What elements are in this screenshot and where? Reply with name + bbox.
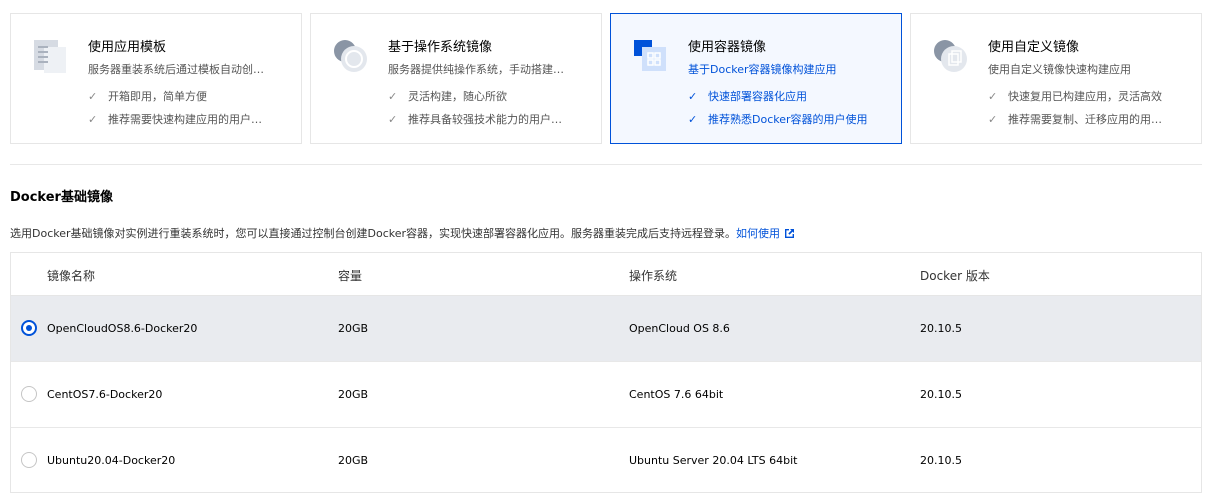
check-icon: ✓ (388, 113, 398, 126)
docker-version: 20.10.5 (920, 388, 962, 401)
section-desc: 选用Docker基础镜像对实例进行重装系统时，您可以直接通过控制台创建Docke… (10, 225, 795, 241)
image-size: 20GB (338, 388, 369, 401)
column-header-name: 镜像名称 (47, 269, 96, 283)
card-desc: 服务器提供纯操作系统，手动搭建… (388, 63, 564, 76)
image-name: CentOS7.6-Docker20 (47, 388, 163, 401)
image-name: OpenCloudOS8.6-Docker20 (47, 322, 198, 335)
check-icon: ✓ (88, 90, 98, 103)
divider (10, 164, 1202, 165)
image-source-cards: 使用应用模板 服务器重装系统后通过模板自动创… ✓ 开箱即用，简单方便 ✓ 推荐需要… (10, 13, 1202, 144)
section-desc-text: 选用Docker基础镜像对实例进行重装系统时，您可以直接通过控制台创建Docke… (10, 227, 737, 240)
card-os-image[interactable]: 基于操作系统镜像 服务器提供纯操作系统，手动搭建… ✓ 灵活构建，随心所欲 ✓ 推荐… (310, 13, 602, 144)
image-name: Ubuntu20.04-Docker20 (47, 454, 176, 467)
container-image-icon (634, 40, 666, 71)
image-os: CentOS 7.6 64bit (629, 388, 724, 401)
card-title: 使用应用模板 (88, 40, 167, 55)
check-icon: ✓ (988, 90, 998, 103)
column-header-size: 容量 (338, 269, 363, 283)
card-title: 使用自定义镜像 (988, 40, 1080, 55)
radio-button[interactable] (21, 320, 37, 336)
card-container-image[interactable]: 使用容器镜像 基于Docker容器镜像构建应用 ✓ 快速部署容器化应用 ✓ 推荐熟悉… (610, 13, 902, 144)
image-size: 20GB (338, 454, 369, 467)
app-template-icon (34, 40, 66, 73)
card-custom-image[interactable]: 使用自定义镜像 使用自定义镜像快速构建应用 ✓ 快速复用已构建应用，灵活高效 ✓ 推… (910, 13, 1202, 144)
docker-image-table: 镜像名称 容量 操作系统 Docker 版本 OpenCloudOS8.6-Do… (10, 252, 1202, 493)
column-header-docker-version: Docker 版本 (920, 269, 990, 283)
card-desc: 服务器重装系统后通过模板自动创… (88, 63, 264, 76)
card-title: 基于操作系统镜像 (388, 40, 493, 55)
radio-button[interactable] (21, 386, 37, 402)
check-icon: ✓ (688, 90, 698, 103)
card-feature: ✓ 灵活构建，随心所欲 (388, 90, 507, 103)
table-row[interactable]: OpenCloudOS8.6-Docker20 20GB OpenCloud O… (11, 296, 1201, 362)
section-title: Docker基础镜像 (10, 190, 113, 205)
table-row[interactable]: Ubuntu20.04-Docker20 20GB Ubuntu Server … (11, 428, 1201, 494)
card-feature: ✓ 开箱即用，简单方便 (88, 90, 207, 103)
card-feature: ✓ 推荐需要快速构建应用的用户… (88, 113, 262, 126)
card-feature: ✓ 快速复用已构建应用，灵活高效 (988, 90, 1162, 103)
check-icon: ✓ (88, 113, 98, 126)
table-header: 镜像名称 容量 操作系统 Docker 版本 (11, 253, 1201, 296)
docker-version: 20.10.5 (920, 322, 962, 335)
image-os: OpenCloud OS 8.6 (629, 322, 730, 335)
card-feature: ✓ 推荐具备较强技术能力的用户… (388, 113, 562, 126)
docker-version: 20.10.5 (920, 454, 962, 467)
custom-image-icon (934, 40, 967, 72)
card-feature: ✓ 推荐需要复制、迁移应用的用… (988, 113, 1162, 126)
check-icon: ✓ (988, 113, 998, 126)
radio-button[interactable] (21, 452, 37, 468)
check-icon: ✓ (388, 90, 398, 103)
card-feature: ✓ 推荐熟悉Docker容器的用户使用 (688, 113, 868, 126)
card-feature: ✓ 快速部署容器化应用 (688, 90, 807, 103)
image-os: Ubuntu Server 20.04 LTS 64bit (629, 454, 798, 467)
card-desc: 基于Docker容器镜像构建应用 (688, 63, 837, 76)
card-desc: 使用自定义镜像快速构建应用 (988, 63, 1131, 76)
card-title: 使用容器镜像 (688, 40, 767, 55)
column-header-os: 操作系统 (629, 269, 678, 283)
how-to-use-link[interactable]: 如何使用 (736, 227, 795, 240)
check-icon: ✓ (688, 113, 698, 126)
table-row[interactable]: CentOS7.6-Docker20 20GB CentOS 7.6 64bit… (11, 362, 1201, 428)
external-link-icon (785, 229, 795, 238)
card-app-template[interactable]: 使用应用模板 服务器重装系统后通过模板自动创… ✓ 开箱即用，简单方便 ✓ 推荐需要… (10, 13, 302, 144)
image-size: 20GB (338, 322, 369, 335)
os-image-icon (334, 40, 367, 72)
